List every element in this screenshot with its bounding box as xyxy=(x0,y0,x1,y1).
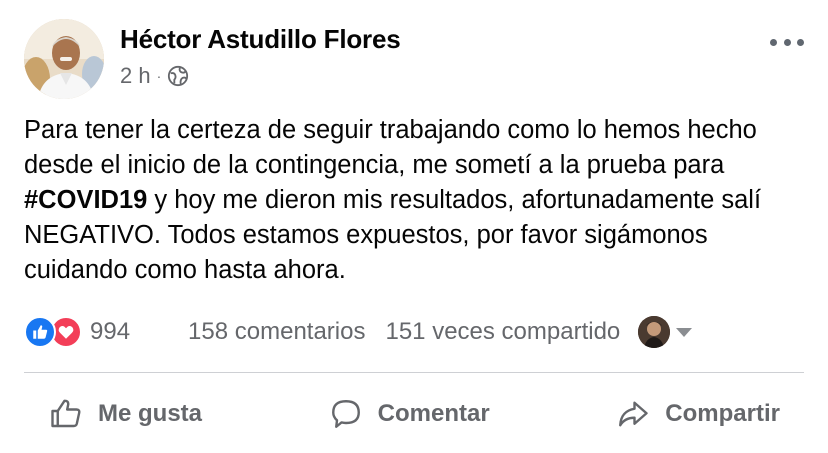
share-button-label: Compartir xyxy=(665,400,780,427)
message-text-start: Para tener la certeza de seguir trabajan… xyxy=(24,116,757,179)
globe-icon[interactable] xyxy=(167,65,189,87)
viewer-photo xyxy=(638,316,671,348)
comment-button[interactable]: Comentar xyxy=(304,396,514,432)
comments-count[interactable]: 158 comentarios xyxy=(188,318,365,346)
author-photo xyxy=(24,19,104,99)
like-button-label: Me gusta xyxy=(98,400,203,427)
share-button[interactable]: Compartir xyxy=(591,396,804,432)
chevron-down-icon[interactable] xyxy=(676,327,693,337)
actions-divider xyxy=(24,372,804,373)
post-actions: Me gusta Comentar Compartir xyxy=(24,384,804,444)
like-icon xyxy=(24,316,56,348)
shares-count[interactable]: 151 veces compartido xyxy=(385,318,620,346)
like-button[interactable]: Me gusta xyxy=(24,396,226,432)
author-name[interactable]: Héctor Astudillo Flores xyxy=(120,24,401,55)
post-stats: 994 158 comentarios 151 veces compartido xyxy=(24,314,800,350)
comment-button-label: Comentar xyxy=(377,400,490,427)
author-avatar[interactable] xyxy=(24,19,104,99)
meta-separator: · xyxy=(156,68,162,84)
facebook-post: Héctor Astudillo Flores 2 h · Para tener… xyxy=(0,0,828,453)
viewer-avatar[interactable] xyxy=(638,316,671,348)
comment-icon xyxy=(331,400,360,428)
thumbs-up-icon xyxy=(51,399,81,428)
reaction-count: 994 xyxy=(90,318,131,345)
hashtag-link[interactable]: #COVID19 xyxy=(24,186,147,214)
reactions-summary[interactable]: 994 xyxy=(24,316,130,348)
more-options-icon[interactable] xyxy=(770,32,804,52)
post-message: Para tener la certeza de seguir trabajan… xyxy=(24,113,814,288)
post-time[interactable]: 2 h xyxy=(120,63,151,89)
share-icon xyxy=(619,401,648,427)
post-meta: 2 h · xyxy=(120,62,189,90)
